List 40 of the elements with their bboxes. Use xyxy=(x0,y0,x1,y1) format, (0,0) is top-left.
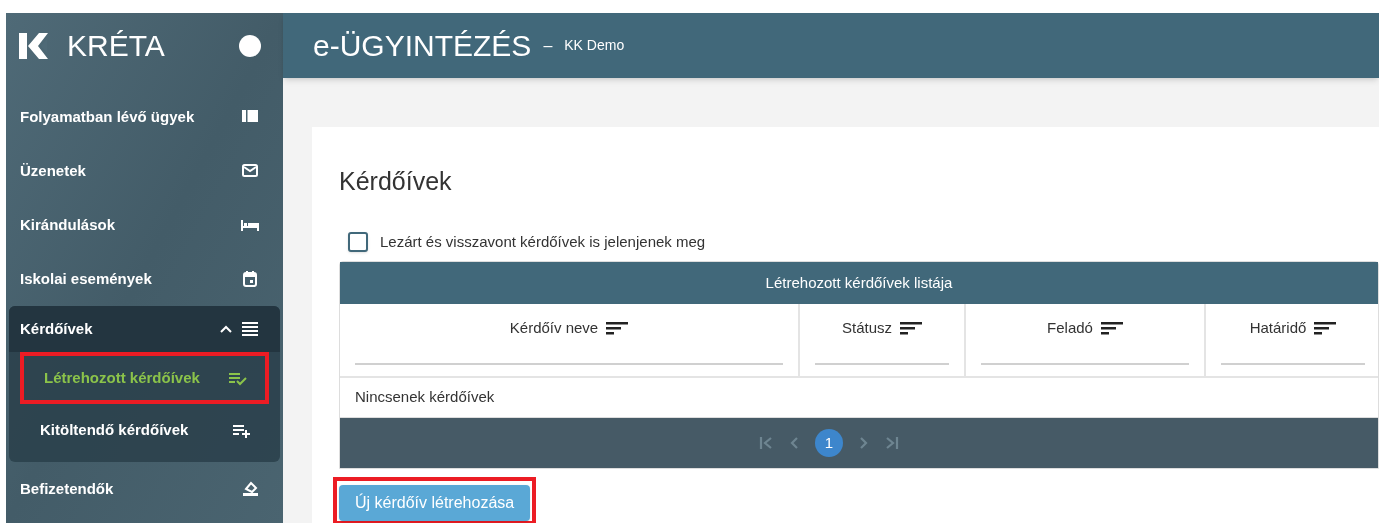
chevron-up-icon xyxy=(219,324,233,334)
filter-field[interactable] xyxy=(981,362,1189,365)
sort-icon xyxy=(1100,321,1123,336)
empty-message: Nincsenek kérdőívek xyxy=(355,387,495,408)
sort-icon xyxy=(606,321,629,336)
sidebar-item[interactable]: Befizetendők xyxy=(6,462,283,516)
sidebar-item[interactable]: Iskolai események xyxy=(6,252,283,306)
sort-icon xyxy=(1314,321,1337,336)
next-page-icon xyxy=(859,436,869,450)
app-logo-text: KRÉTA xyxy=(67,28,166,64)
sidebar-item[interactable]: Kirándulások xyxy=(6,198,283,252)
sidebar-subitem[interactable]: Létrehozott kérdőívek xyxy=(20,352,269,404)
sidebar-subitem[interactable]: Kitöltendő kérdőívek xyxy=(20,404,269,456)
first-page-icon xyxy=(759,436,773,450)
column-header[interactable]: Feladó xyxy=(1047,317,1093,340)
filter-field[interactable] xyxy=(1221,362,1365,365)
column-header[interactable]: Kérdőív neve xyxy=(509,317,599,340)
logo-icon xyxy=(19,32,49,59)
mail-icon xyxy=(241,162,259,180)
page-title: e-ÜGYINTÉZÉS xyxy=(313,28,532,64)
subtitle: KK Demo xyxy=(564,36,625,55)
sidebar-item[interactable]: Üzenetek xyxy=(6,144,283,198)
sidebar-item[interactable]: Folyamatban lévő ügyek xyxy=(6,90,283,144)
section-heading: Kérdőívek xyxy=(339,166,453,197)
sort-icon xyxy=(900,321,922,336)
page-button[interactable]: 1 xyxy=(815,429,843,457)
list-icon xyxy=(241,320,259,338)
eraser-icon xyxy=(241,480,259,498)
previous-page-icon xyxy=(789,436,799,450)
table-title: Létrehozott kérdőívek listája xyxy=(340,262,1378,304)
sidebar-item[interactable]: Kérdőívek xyxy=(9,306,280,352)
column-header[interactable]: Státusz xyxy=(842,317,892,340)
calendar-icon xyxy=(241,270,259,288)
filter-field[interactable] xyxy=(355,362,783,365)
title-separator: – xyxy=(543,35,553,56)
column-header[interactable]: Határidő xyxy=(1249,317,1307,340)
checkbox-label: Lezárt és visszavont kérdőívek is jelenjenek meg xyxy=(380,231,706,252)
checkbox[interactable] xyxy=(348,231,368,252)
filter-field[interactable] xyxy=(815,362,949,365)
last-page-icon xyxy=(885,436,899,450)
